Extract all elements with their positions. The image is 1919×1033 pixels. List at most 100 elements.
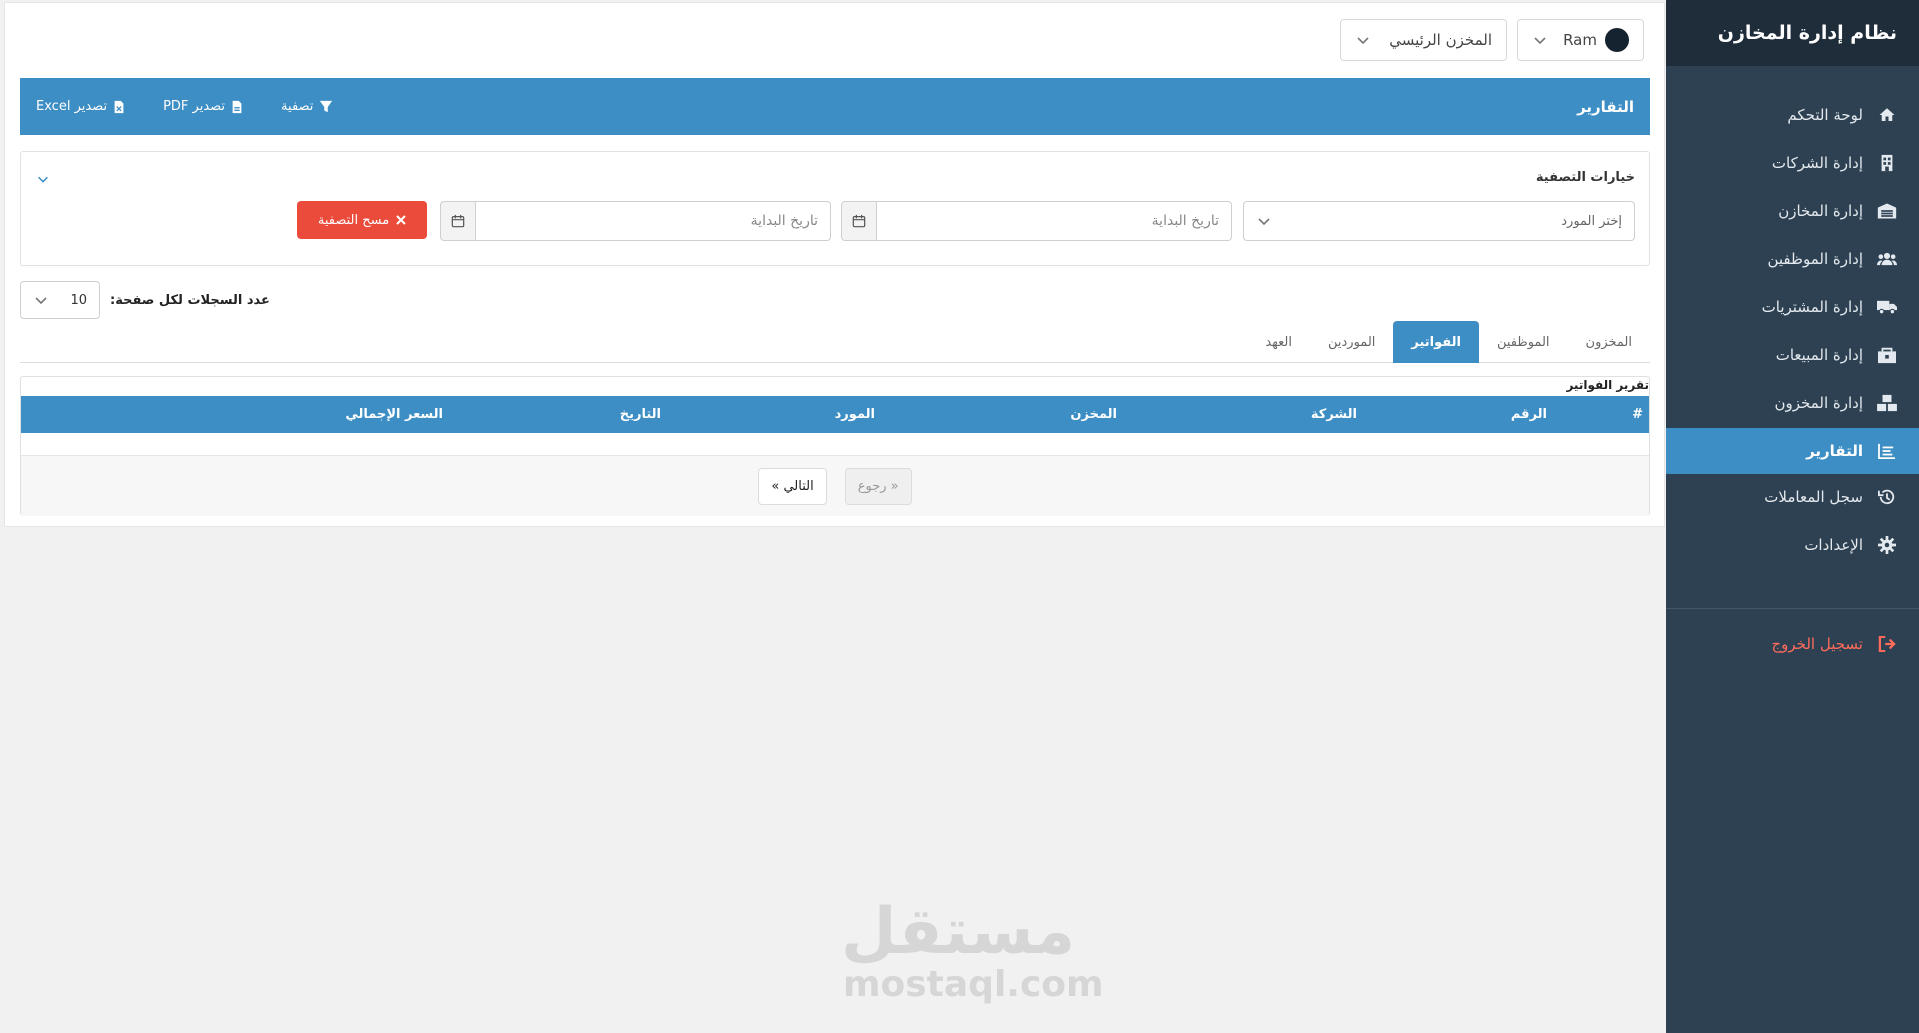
store-dropdown[interactable]: المخزن الرئيسي [1340, 19, 1507, 61]
cart-box-icon [1877, 345, 1897, 365]
report-tabs: المخزون الموظفين الفواتير الموردين العهد [20, 321, 1650, 363]
invoices-report: تقرير الفواتير # الرقم الشركة المخزن الم… [20, 376, 1650, 516]
sidebar-item-label: إدارة الشركات [1771, 154, 1863, 172]
end-date-field[interactable]: تاريخ البداية [440, 201, 831, 241]
sidebar: نظام إدارة المخازن لوحة التحكم إدارة الش… [1666, 0, 1919, 1033]
per-page-control: عدد السجلات لكل صفحة: 10 [20, 281, 270, 319]
sidebar-item-reports[interactable]: التقارير [1666, 428, 1919, 474]
sidebar-item-warehouses[interactable]: إدارة المخازن [1670, 188, 1915, 234]
sidebar-item-label: إدارة الموظفين [1767, 250, 1863, 268]
tab-suppliers[interactable]: الموردين [1310, 321, 1393, 363]
calendar-button[interactable] [440, 201, 476, 241]
sidebar-item-label: إدارة المبيعات [1775, 346, 1863, 364]
sidebar-item-settings[interactable]: الإعدادات [1670, 522, 1915, 568]
building-icon [1877, 153, 1897, 173]
per-page-label: عدد السجلات لكل صفحة: [110, 292, 270, 308]
column-header: المخزن [1070, 407, 1117, 422]
export-pdf-button[interactable]: تصدير PDF [163, 99, 243, 114]
start-date-field[interactable]: تاريخ البداية [841, 201, 1232, 241]
tab-inventory[interactable]: المخزون [1568, 321, 1650, 363]
close-icon [396, 215, 406, 225]
sidebar-item-transactions[interactable]: سجل المعاملات [1670, 474, 1915, 520]
sidebar-item-label: لوحة التحكم [1787, 106, 1863, 124]
column-header: التاريخ [619, 407, 661, 422]
sidebar-item-inventory[interactable]: إدارة المخزون [1670, 380, 1915, 426]
sidebar-item-sales[interactable]: إدارة المبيعات [1670, 332, 1915, 378]
pdf-file-icon [232, 100, 242, 113]
calendar-button[interactable] [841, 201, 877, 241]
boxes-icon [1877, 393, 1897, 413]
watermark: مستقل mostaql.com [840, 895, 1104, 1005]
warehouse-icon [1877, 201, 1897, 221]
filter-card: خيارات التصفية إختر المورد تاريخ البداية… [20, 151, 1650, 266]
chevron-down-icon [35, 297, 47, 305]
collapse-chevron-icon[interactable] [35, 172, 51, 186]
sidebar-item-label: الإعدادات [1804, 536, 1863, 554]
topbar: Ram المخزن الرئيسي [5, 3, 1664, 77]
column-header: السعر الإجمالي [345, 407, 443, 422]
column-header: الرقم [1510, 407, 1547, 422]
nav-divider [1666, 608, 1919, 609]
reports-header: التقارير تصفية تصدير PDF تصدير Excel [20, 78, 1650, 135]
sidebar-nav: لوحة التحكم إدارة الشركات إدارة المخازن … [1666, 66, 1919, 667]
calendar-icon [451, 214, 465, 228]
home-icon [1877, 105, 1897, 125]
avatar [1605, 28, 1629, 52]
excel-file-icon [114, 100, 124, 113]
tab-custody[interactable]: العهد [1247, 321, 1310, 363]
sidebar-item-employees[interactable]: إدارة الموظفين [1670, 236, 1915, 282]
report-title: تقرير الفواتير [1566, 378, 1649, 392]
report-icon [1877, 441, 1897, 461]
pagination: « رجوع التالي » [21, 455, 1649, 516]
calendar-icon [852, 214, 866, 228]
clear-filter-button[interactable]: مسح التصفية [297, 201, 427, 239]
export-excel-label: تصدير Excel [36, 99, 108, 114]
sidebar-item-label: سجل المعاملات [1764, 488, 1863, 506]
sidebar-item-companies[interactable]: إدارة الشركات [1670, 140, 1915, 186]
column-header: الشركة [1310, 407, 1357, 422]
watermark-english: mostaql.com [843, 964, 1104, 1005]
sidebar-item-label: إدارة المخزون [1774, 394, 1863, 412]
gear-icon [1877, 535, 1897, 555]
header-actions: تصفية تصدير PDF تصدير Excel [36, 99, 333, 114]
tab-invoices[interactable]: الفواتير [1393, 321, 1479, 363]
truck-icon [1877, 297, 1897, 317]
next-page-button[interactable]: التالي » [758, 467, 827, 505]
supplier-placeholder: إختر المورد [1561, 213, 1622, 229]
export-excel-button[interactable]: تصدير Excel [36, 99, 125, 114]
page-title: التقارير [1577, 97, 1634, 116]
column-header: المورد [834, 407, 875, 422]
filter-options-title: خيارات التصفية [1535, 170, 1635, 185]
export-pdf-label: تصدير PDF [163, 99, 226, 114]
logout-icon [1877, 634, 1897, 654]
logout-button[interactable]: تسجيل الخروج [1670, 621, 1915, 667]
watermark-arabic: مستقل [840, 895, 1075, 969]
column-header: # [1632, 407, 1643, 422]
main-panel: Ram المخزن الرئيسي التقارير تصفية تصدير … [4, 2, 1665, 527]
table-header: # الرقم الشركة المخزن المورد التاريخ الس… [21, 396, 1649, 433]
filter-icon [320, 100, 333, 112]
sidebar-item-purchases[interactable]: إدارة المشتريات [1670, 284, 1915, 330]
prev-page-button[interactable]: « رجوع [844, 467, 912, 505]
per-page-select[interactable]: 10 [20, 281, 100, 319]
sidebar-item-label: إدارة المخازن [1778, 202, 1863, 220]
chevron-down-icon [1258, 218, 1270, 226]
start-date-input[interactable]: تاريخ البداية [877, 201, 1232, 241]
sidebar-item-label: إدارة المشتريات [1761, 298, 1863, 316]
filter-button[interactable]: تصفية [281, 99, 333, 114]
store-name: المخزن الرئيسي [1389, 31, 1492, 49]
per-page-value: 10 [70, 292, 87, 308]
clear-filter-label: مسح التصفية [317, 212, 390, 228]
users-icon [1877, 249, 1897, 269]
chevron-down-icon [1534, 37, 1546, 45]
sidebar-item-label: التقارير [1806, 442, 1863, 460]
user-dropdown[interactable]: Ram [1517, 19, 1644, 61]
tab-employees[interactable]: الموظفين [1479, 321, 1568, 363]
user-name: Ram [1563, 31, 1597, 49]
supplier-select[interactable]: إختر المورد [1243, 201, 1635, 241]
sidebar-item-dashboard[interactable]: لوحة التحكم [1670, 92, 1915, 138]
brand-title: نظام إدارة المخازن [1666, 0, 1919, 66]
end-date-input[interactable]: تاريخ البداية [476, 201, 831, 241]
filter-label: تصفية [281, 99, 314, 114]
logout-label: تسجيل الخروج [1771, 635, 1863, 653]
